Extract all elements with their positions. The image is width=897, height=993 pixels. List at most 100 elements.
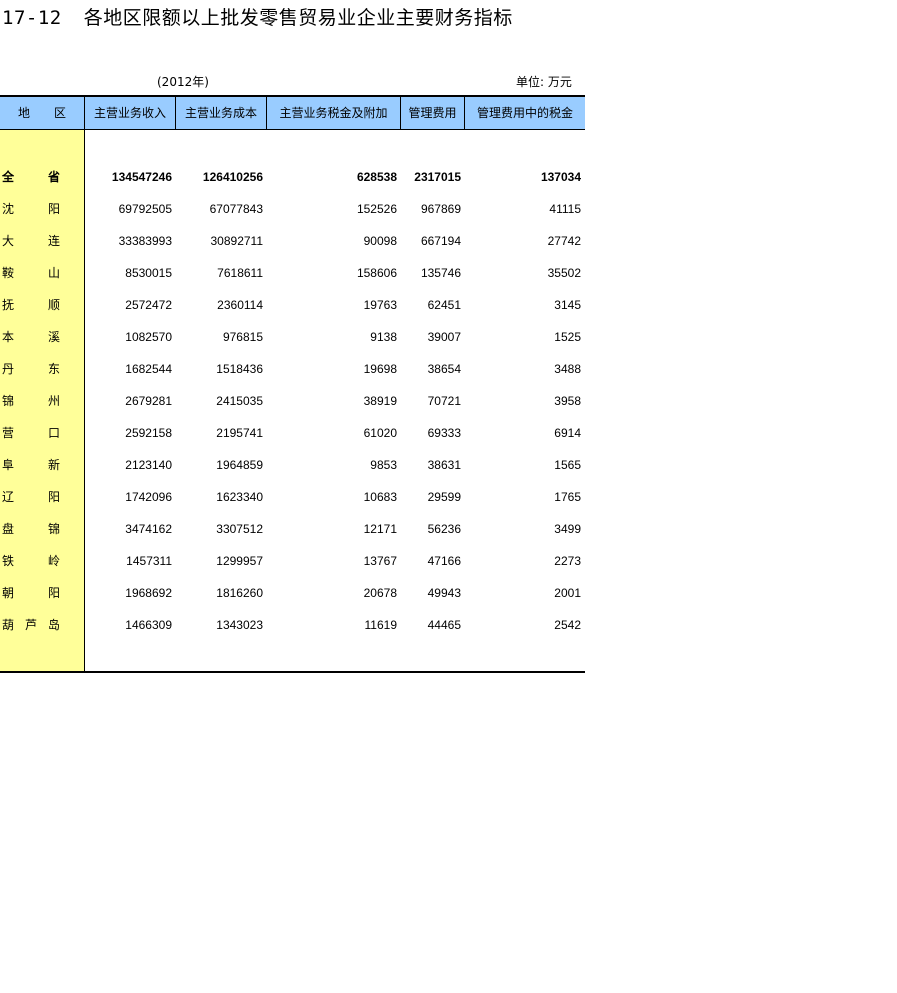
- cell-income: 1742096: [125, 490, 172, 504]
- region-name: 铁岭: [2, 545, 60, 577]
- cell-cost: 2195741: [216, 426, 263, 440]
- table-row: 朝阳 1968692 1816260 20678 49943 2001: [0, 577, 585, 609]
- region-name: 沈阳: [2, 193, 60, 225]
- table-row: 阜 新 2123140 1964859 9853 38631 1565: [0, 449, 585, 481]
- cell-tax: 9138: [370, 330, 397, 344]
- region-char: 省: [47, 170, 60, 184]
- region-char: 东: [47, 362, 60, 376]
- region-name: 全省: [2, 161, 60, 193]
- cell-mgmt-tax: 27742: [547, 234, 581, 248]
- region-char: 锦: [47, 522, 60, 536]
- cell-income: 33383993: [118, 234, 172, 248]
- table-row: 鞍山 8530015 7618611 158606 135746 35502: [0, 257, 585, 289]
- region-char: 溪: [47, 330, 60, 344]
- cell-cost: 67077843: [209, 202, 263, 216]
- column-divider: [464, 97, 465, 130]
- cell-mgmt-tax: 3145: [554, 298, 581, 312]
- region-char: 口: [47, 426, 60, 440]
- header-income: 主营业务收入: [93, 106, 166, 120]
- cell-mgmt: 44465: [427, 618, 461, 632]
- table-row: 大连 33383993 30892711 90098 667194 27742: [0, 225, 585, 257]
- cell-mgmt: 62451: [427, 298, 461, 312]
- region-name: 朝阳: [2, 577, 60, 609]
- cell-cost: 126410256: [202, 170, 263, 184]
- cell-income: 134547246: [111, 170, 172, 184]
- cell-mgmt-tax: 3958: [554, 394, 581, 408]
- table-row: 锦州 2679281 2415035 38919 70721 3958: [0, 385, 585, 417]
- cell-mgmt: 56236: [427, 522, 461, 536]
- region-char: 阳: [47, 490, 60, 504]
- region-char: 朝: [2, 586, 15, 600]
- unit-label: 单位: 万元: [516, 75, 572, 89]
- cell-cost: 1816260: [216, 586, 263, 600]
- region-char: 州: [47, 394, 60, 408]
- cell-income: 1682544: [125, 362, 172, 376]
- cell-mgmt: 2317015: [414, 170, 461, 184]
- region-name: 本溪: [2, 321, 60, 353]
- data-table: 地 区 主营业务收入 主营业务成本 主营业务税金及附加 管理费用 管理费用中的税…: [0, 95, 585, 673]
- cell-mgmt-tax: 3499: [554, 522, 581, 536]
- cell-mgmt: 70721: [427, 394, 461, 408]
- table-row: 盘锦 3474162 3307512 12171 56236 3499: [0, 513, 585, 545]
- cell-mgmt: 47166: [427, 554, 461, 568]
- table-row: 抚顺 2572472 2360114 19763 62451 3145: [0, 289, 585, 321]
- region-name: 营口: [2, 417, 60, 449]
- cell-cost: 1299957: [216, 554, 263, 568]
- table-row: 沈阳 69792505 67077843 152526 967869 41115: [0, 193, 585, 225]
- cell-cost: 1343023: [216, 618, 263, 632]
- table-row: 丹东 1682544 1518436 19698 38654 3488: [0, 353, 585, 385]
- cell-mgmt: 667194: [420, 234, 461, 248]
- table-title: 各地区限额以上批发零售贸易业企业主要财务指标: [83, 7, 513, 29]
- cell-mgmt-tax: 2273: [554, 554, 581, 568]
- cell-tax: 20678: [363, 586, 397, 600]
- year-label: (2012年): [157, 75, 209, 89]
- header-tax: 主营业务税金及附加: [279, 106, 388, 120]
- cell-tax: 152526: [356, 202, 397, 216]
- cell-mgmt: 135746: [420, 266, 461, 280]
- cell-cost: 976815: [222, 330, 263, 344]
- cell-cost: 7618611: [217, 266, 263, 280]
- region-char: 连: [47, 234, 60, 248]
- cell-tax: 11619: [364, 618, 397, 632]
- cell-cost: 1964859: [216, 458, 263, 472]
- region-name: 鞍山: [2, 257, 60, 289]
- region-char: 岭: [47, 554, 60, 568]
- region-char: 葫: [2, 618, 15, 632]
- cell-mgmt-tax: 3488: [554, 362, 581, 376]
- table-row: 全省 134547246 126410256 628538 2317015 137034: [0, 161, 585, 193]
- region-char: 锦: [2, 394, 15, 408]
- region-char: 顺: [47, 298, 60, 312]
- region-char: 鞍: [2, 266, 15, 280]
- cell-mgmt-tax: 41115: [549, 202, 581, 216]
- cell-mgmt: 967869: [420, 202, 461, 216]
- cell-mgmt-tax: 137034: [540, 170, 581, 184]
- cell-income: 2592158: [125, 426, 172, 440]
- cell-income: 2123140: [125, 458, 172, 472]
- region-char: 山: [47, 266, 60, 280]
- region-char: 阜: [2, 458, 15, 472]
- region-char: 全: [2, 170, 15, 184]
- table-row: 铁岭 1457311 1299957 13767 47166 2273: [0, 545, 585, 577]
- region-char: 新: [47, 458, 60, 472]
- region-char: 沈: [2, 202, 15, 216]
- cell-cost: 1518436: [216, 362, 263, 376]
- cell-mgmt-tax: 35502: [547, 266, 581, 280]
- cell-mgmt-tax: 2001: [554, 586, 581, 600]
- table-row: 葫芦岛 1466309 1343023 11619 44465 2542: [0, 609, 585, 641]
- cell-tax: 19698: [363, 362, 397, 376]
- cell-cost: 2415035: [216, 394, 263, 408]
- header-region: 地 区: [17, 106, 66, 120]
- cell-tax: 158606: [356, 266, 397, 280]
- cell-mgmt: 69333: [427, 426, 461, 440]
- cell-cost: 1623340: [216, 490, 263, 504]
- cell-tax: 9853: [370, 458, 397, 472]
- cell-mgmt-tax: 1565: [554, 458, 581, 472]
- cell-tax: 19763: [363, 298, 397, 312]
- region-name: 葫芦岛: [2, 609, 60, 641]
- cell-income: 1082570: [125, 330, 172, 344]
- cell-income: 2679281: [125, 394, 172, 408]
- cell-mgmt-tax: 1765: [554, 490, 581, 504]
- cell-mgmt: 38631: [427, 458, 461, 472]
- cell-mgmt-tax: 2542: [554, 618, 581, 632]
- region-char: 铁: [2, 554, 15, 568]
